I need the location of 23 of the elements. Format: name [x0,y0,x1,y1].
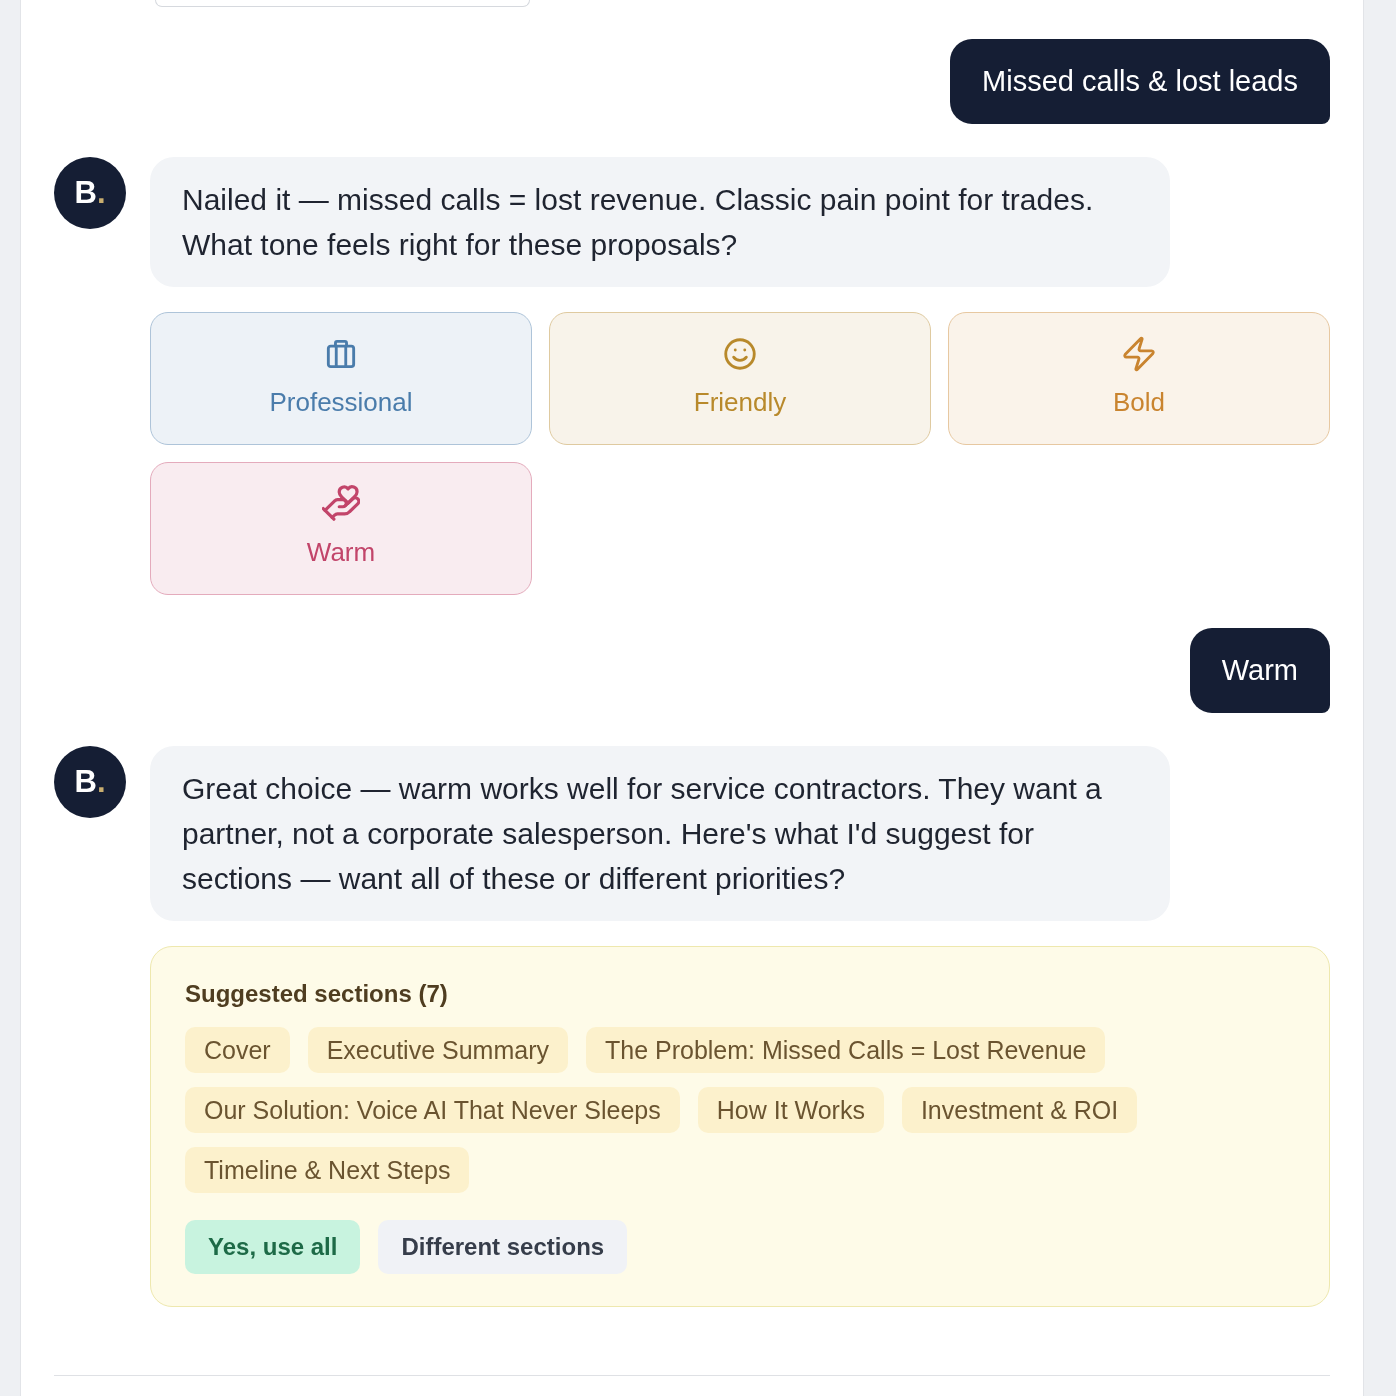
lightning-icon [1120,335,1158,373]
section-tag: Executive Summary [307,1027,568,1073]
section-tag: Timeline & Next Steps [185,1147,470,1193]
tone-option-button[interactable]: Professional [150,312,532,445]
card-title: Suggested sections (7) [185,980,449,1008]
secondary-button[interactable]: Different sections [378,1220,628,1274]
smiley-icon [721,335,759,373]
tone-option-button[interactable]: Friendly [549,312,931,445]
assistant-message-bubble: Nailed it — missed calls = lost revenue. Classic pain point for trades. What tone feels right for these proposals? [150,157,1170,287]
tone-option-button[interactable]: Warm [150,462,532,595]
section-tag: Investment & ROI [901,1087,1138,1133]
assistant-message-bubble: Great choice — warm works well for service contractors. They want a partner, not a corporate salesperson. Here's what I'd suggest for sections — want all of these or different priorities? [150,746,1170,921]
avatar: B. [54,746,126,818]
section-tag: The Problem: Missed Calls = Lost Revenue [586,1027,1106,1073]
user-message-bubble: Missed calls & lost leads [950,39,1330,124]
confirm-button[interactable]: Yes, use all [185,1220,361,1274]
hand-heart-icon [322,485,360,523]
section-tag: How It Works [697,1087,884,1133]
user-message-bubble: Warm [1189,628,1330,713]
section-tag: Cover [185,1027,290,1073]
section-tag: Our Solution: Voice AI That Never Sleeps [185,1087,680,1133]
avatar: B. [54,157,126,229]
tone-option-button[interactable]: Bold [948,312,1330,445]
